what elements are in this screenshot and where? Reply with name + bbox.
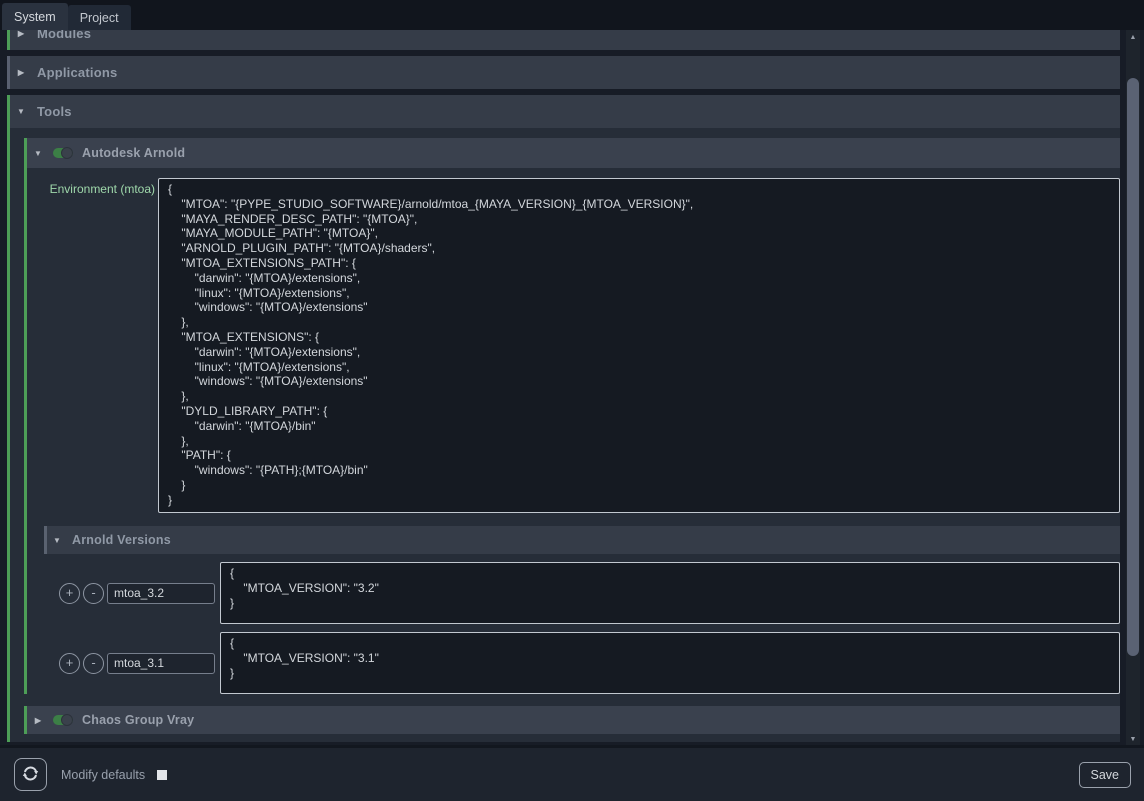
chevron-right-icon[interactable]: ▶ (15, 68, 27, 77)
settings-scroll-area: ▶ Modules ▶ Applications ▼ Tools ▼ Autod… (0, 30, 1126, 746)
version-json-editor[interactable]: { "MTOA_VERSION": "3.2" } (220, 562, 1120, 624)
chevron-right-icon[interactable]: ▶ (32, 716, 44, 725)
section-header-autodesk-arnold[interactable]: ▼ Autodesk Arnold (27, 138, 1120, 168)
chevron-right-icon[interactable]: ▶ (15, 30, 27, 38)
section-chaos-group-vray: ▶ Chaos Group Vray (24, 706, 1120, 734)
section-title-tools: Tools (37, 104, 72, 119)
section-header-chaos-group-vray[interactable]: ▶ Chaos Group Vray (27, 706, 1120, 734)
section-header-arnold-versions[interactable]: ▼ Arnold Versions (44, 526, 1120, 554)
section-autodesk-arnold: ▼ Autodesk Arnold Environment (mtoa) { "… (24, 138, 1120, 694)
tab-system-label: System (14, 10, 56, 24)
environment-json-text: { "MTOA": "{PYPE_STUDIO_SOFTWARE}/arnold… (168, 182, 1110, 508)
section-header-modules[interactable]: ▶ Modules (7, 30, 1120, 50)
section-header-applications[interactable]: ▶ Applications (7, 56, 1120, 89)
section-title-applications: Applications (37, 65, 117, 80)
version-json-text: { "MTOA_VERSION": "3.1" } (230, 636, 1110, 680)
environment-label: Environment (mtoa) (27, 178, 158, 513)
environment-json-editor[interactable]: { "MTOA": "{PYPE_STUDIO_SOFTWARE}/arnold… (158, 178, 1120, 513)
tab-project-label: Project (80, 11, 119, 25)
scrollbar-thumb[interactable] (1127, 78, 1139, 656)
modify-defaults-checkbox[interactable] (157, 770, 167, 780)
chevron-down-icon[interactable]: ▼ (51, 536, 63, 545)
environment-row: Environment (mtoa) { "MTOA": "{PYPE_STUD… (27, 178, 1120, 513)
section-title-modules: Modules (37, 30, 91, 41)
chevron-down-icon[interactable]: ▼ (15, 107, 27, 116)
version-row: + - { "MTOA_VERSION": "3.1" } (44, 632, 1120, 694)
toggle-knob-icon (61, 147, 73, 159)
refresh-button[interactable] (14, 758, 47, 791)
section-title-chaos-group-vray: Chaos Group Vray (82, 713, 194, 727)
remove-version-button[interactable]: - (83, 583, 104, 604)
modify-defaults-label: Modify defaults (61, 768, 145, 782)
section-arnold-versions: ▼ Arnold Versions + - { "MTOA_VERSION": … (44, 526, 1120, 694)
version-name-input[interactable] (107, 583, 215, 604)
add-version-button[interactable]: + (59, 583, 80, 604)
version-json-editor[interactable]: { "MTOA_VERSION": "3.1" } (220, 632, 1120, 694)
version-json-text: { "MTOA_VERSION": "3.2" } (230, 566, 1110, 610)
toggle-knob-icon (61, 714, 73, 726)
chevron-down-icon[interactable]: ▼ (32, 149, 44, 158)
tab-project[interactable]: Project (68, 5, 131, 30)
section-title-autodesk-arnold: Autodesk Arnold (82, 146, 185, 160)
vray-enabled-toggle[interactable] (53, 715, 73, 725)
add-version-button[interactable]: + (59, 653, 80, 674)
section-header-tools[interactable]: ▼ Tools (10, 95, 1120, 128)
vertical-scrollbar[interactable]: ▲ ▼ (1126, 30, 1140, 746)
section-tools: ▼ Tools ▼ Autodesk Arnold Environment (m… (7, 95, 1120, 742)
arnold-enabled-toggle[interactable] (53, 148, 73, 158)
settings-content: ▶ Modules ▶ Applications ▼ Tools ▼ Autod… (0, 30, 1126, 746)
scroll-down-arrow-icon[interactable]: ▼ (1126, 732, 1140, 746)
remove-version-button[interactable]: - (83, 653, 104, 674)
version-name-input[interactable] (107, 653, 215, 674)
scroll-up-arrow-icon[interactable]: ▲ (1126, 30, 1140, 44)
refresh-icon (22, 765, 39, 785)
footer-bar: Modify defaults Save (0, 745, 1144, 801)
version-row: + - { "MTOA_VERSION": "3.2" } (44, 562, 1120, 624)
section-title-arnold-versions: Arnold Versions (72, 533, 171, 547)
tab-system[interactable]: System (2, 3, 68, 30)
settings-tabbar: System Project (0, 0, 1144, 30)
save-button[interactable]: Save (1079, 762, 1132, 788)
